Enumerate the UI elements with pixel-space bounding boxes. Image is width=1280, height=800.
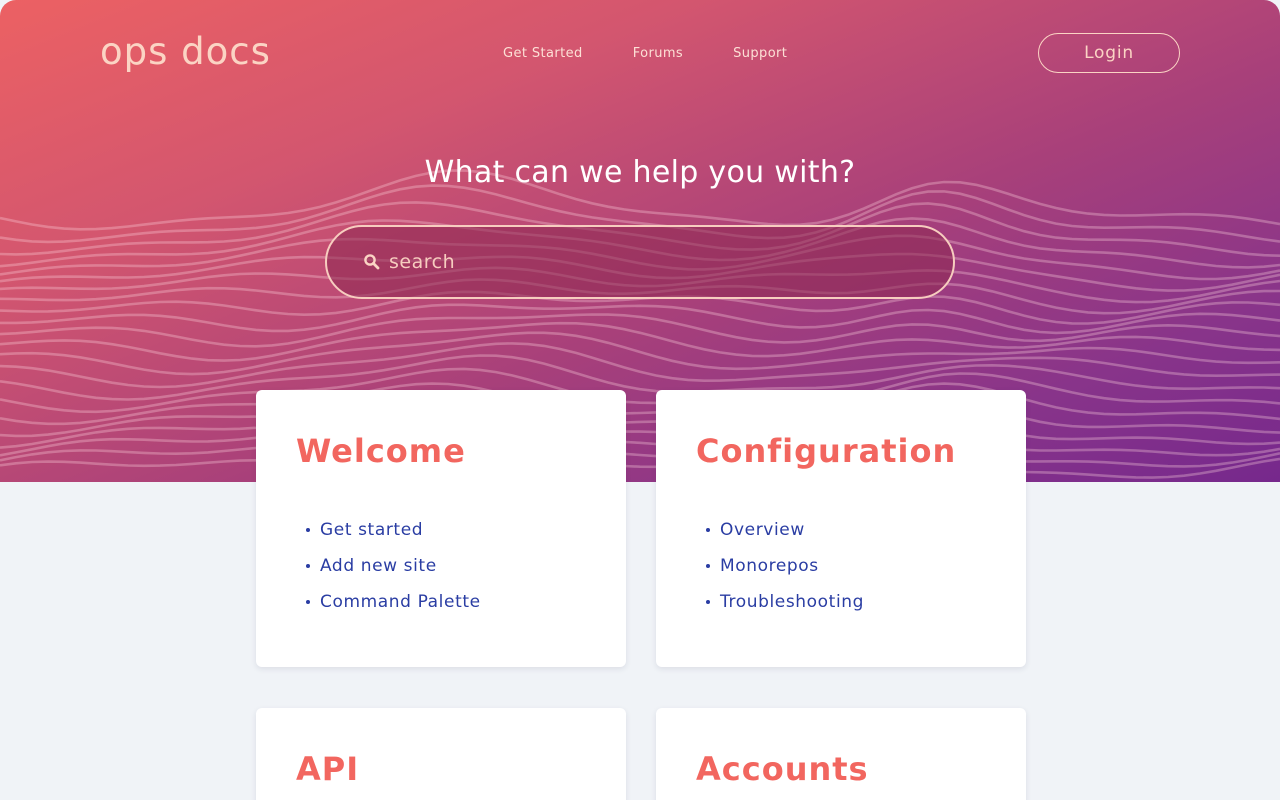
site-logo[interactable]: ops docs bbox=[100, 28, 271, 76]
card-title-welcome: Welcome bbox=[296, 432, 466, 470]
bullet-dot bbox=[306, 600, 310, 604]
list-item: Overview bbox=[696, 512, 986, 548]
card-accounts: Accounts bbox=[656, 708, 1026, 800]
card-configuration: Configuration Overview Monorepos Trouble… bbox=[656, 390, 1026, 667]
top-nav: Get Started Forums Support bbox=[503, 43, 787, 65]
card-title-configuration: Configuration bbox=[696, 432, 957, 470]
nav-link-get-started[interactable]: Get Started bbox=[503, 43, 583, 65]
login-button[interactable]: Login bbox=[1038, 33, 1180, 73]
wave-line bbox=[0, 342, 1280, 389]
nav-link-forums[interactable]: Forums bbox=[633, 43, 683, 65]
list-item: Command Palette bbox=[296, 584, 586, 620]
list-item: Add new site bbox=[296, 548, 586, 584]
nav-link-support[interactable]: Support bbox=[733, 43, 787, 65]
list-item: Get started bbox=[296, 512, 586, 548]
wave-line bbox=[0, 303, 1280, 335]
bullet-dot bbox=[306, 564, 310, 568]
hero-title: What can we help you with? bbox=[424, 155, 856, 190]
card-link-list: Get started Add new site Command Palette bbox=[296, 512, 586, 620]
list-item: Monorepos bbox=[696, 548, 986, 584]
link-command-palette[interactable]: Command Palette bbox=[320, 592, 481, 612]
card-title-api: API bbox=[296, 750, 360, 788]
hero-banner: ops docs Get Started Forums Support Logi… bbox=[0, 0, 1280, 482]
link-overview[interactable]: Overview bbox=[720, 520, 805, 540]
link-add-new-site[interactable]: Add new site bbox=[320, 556, 437, 576]
card-welcome: Welcome Get started Add new site Command… bbox=[256, 390, 626, 667]
link-troubleshooting[interactable]: Troubleshooting bbox=[720, 592, 864, 612]
search-icon bbox=[363, 253, 381, 271]
card-title-accounts: Accounts bbox=[696, 750, 869, 788]
bullet-dot bbox=[706, 528, 710, 532]
card-api: API bbox=[256, 708, 626, 800]
link-get-started[interactable]: Get started bbox=[320, 520, 423, 540]
bullet-dot bbox=[706, 564, 710, 568]
list-item: Troubleshooting bbox=[696, 584, 986, 620]
card-link-list: Overview Monorepos Troubleshooting bbox=[696, 512, 986, 620]
wave-line bbox=[0, 321, 1280, 362]
bullet-dot bbox=[306, 528, 310, 532]
search-bar[interactable] bbox=[325, 225, 955, 299]
link-monorepos[interactable]: Monorepos bbox=[720, 556, 819, 576]
bullet-dot bbox=[706, 600, 710, 604]
search-input[interactable] bbox=[389, 242, 909, 282]
wave-line bbox=[0, 454, 1280, 479]
docs-home-page: ops docs Get Started Forums Support Logi… bbox=[0, 0, 1280, 800]
